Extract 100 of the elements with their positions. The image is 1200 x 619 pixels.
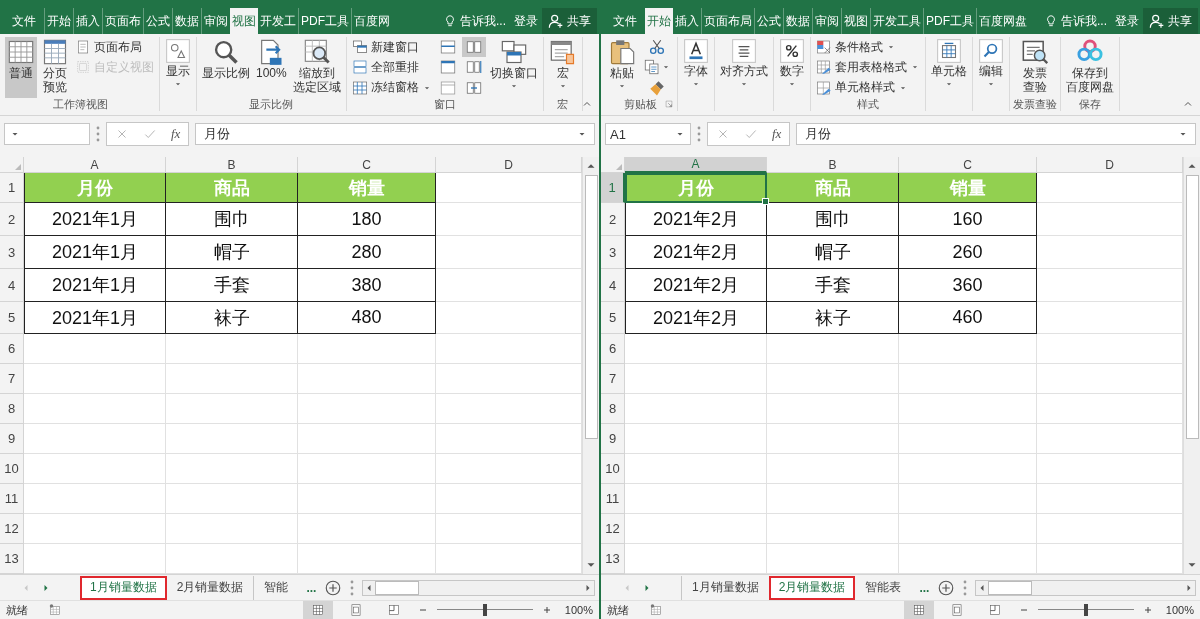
sign-in-button[interactable]: 登录 xyxy=(1111,8,1143,34)
row-header[interactable]: 12 xyxy=(601,514,625,544)
ribbon-button[interactable]: 粘贴 xyxy=(606,37,638,98)
ribbon-tab[interactable]: PDF工具 xyxy=(923,8,976,34)
ribbon-button[interactable]: 保存到 百度网盘 xyxy=(1064,37,1116,98)
ribbon-tab[interactable]: 文件 xyxy=(4,8,44,34)
row-header[interactable]: 7 xyxy=(0,364,24,394)
ribbon-button[interactable]: 套用表格格式 xyxy=(814,57,922,78)
row-header[interactable]: 1 xyxy=(0,173,24,203)
row-header[interactable]: 2 xyxy=(0,203,24,236)
column-header[interactable]: B xyxy=(166,157,298,173)
row-header[interactable]: 3 xyxy=(601,236,625,269)
sheet-tab[interactable]: 1月销量数据 xyxy=(681,575,769,600)
more-tabs-button[interactable]: ... xyxy=(919,580,930,595)
record-macro-icon[interactable] xyxy=(649,603,663,617)
check-icon[interactable] xyxy=(143,127,157,141)
column-header[interactable]: B xyxy=(767,157,899,173)
row-header[interactable]: 10 xyxy=(0,454,24,484)
share-button[interactable]: 共享 xyxy=(542,8,597,34)
tell-me-button[interactable]: 告诉我... xyxy=(1040,8,1111,34)
formula-field[interactable]: 月份 xyxy=(195,123,595,145)
zoom-slider-thumb[interactable] xyxy=(1083,604,1088,616)
row-header[interactable]: 5 xyxy=(0,302,24,334)
sheet-tab[interactable]: 智能表 xyxy=(855,575,912,600)
name-box[interactable]: A1 xyxy=(605,123,691,145)
zoom-slider[interactable] xyxy=(436,604,533,616)
row-header[interactable]: 9 xyxy=(0,424,24,454)
ribbon-icon-button[interactable] xyxy=(461,37,486,58)
zoom-level[interactable]: 100% xyxy=(564,604,593,616)
zoom-level[interactable]: 100% xyxy=(1165,604,1194,616)
formula-field[interactable]: 月份 xyxy=(796,123,1196,145)
column-header[interactable]: C xyxy=(899,157,1037,173)
row-header[interactable]: 1 xyxy=(601,173,625,203)
ribbon-button[interactable]: 冻结窗格 xyxy=(349,77,434,98)
check-icon[interactable] xyxy=(744,127,758,141)
normal-view-icon[interactable] xyxy=(911,603,926,617)
row-header[interactable]: 8 xyxy=(0,394,24,424)
ribbon-tab[interactable]: 百度网 xyxy=(351,8,392,34)
scrollbar-thumb[interactable] xyxy=(988,580,1033,595)
ribbon-button[interactable]: 100% xyxy=(254,37,289,98)
ribbon-tab[interactable]: 插入 xyxy=(673,8,701,34)
row-header[interactable]: 2 xyxy=(601,203,625,236)
row-header[interactable]: 7 xyxy=(601,364,625,394)
zoom-slider[interactable] xyxy=(1037,604,1134,616)
ribbon-button[interactable]: 分页 预览 xyxy=(39,37,71,98)
ribbon-tab[interactable]: 百度网盘 xyxy=(976,8,1029,34)
row-header[interactable]: 11 xyxy=(0,484,24,514)
row-header[interactable]: 3 xyxy=(0,236,24,269)
ribbon-button[interactable]: 显示比例 xyxy=(200,37,252,98)
ribbon-button[interactable]: 缩放到 选定区域 xyxy=(290,37,343,98)
ribbon-button[interactable]: 新建窗口 xyxy=(349,37,434,58)
tell-me-button[interactable]: 告诉我... xyxy=(439,8,510,34)
column-header[interactable]: A xyxy=(24,157,166,173)
ribbon-tab[interactable]: 视图 xyxy=(230,8,258,34)
ribbon-button[interactable]: 普通 xyxy=(5,37,37,98)
ribbon-tab[interactable]: 公式 xyxy=(754,8,783,34)
ribbon-tab[interactable]: PDF工具 xyxy=(298,8,351,34)
ribbon-tab[interactable]: 页面布 xyxy=(102,8,143,34)
row-header[interactable]: 10 xyxy=(601,454,625,484)
page-break-view-icon[interactable] xyxy=(987,603,1002,617)
insert-function-button[interactable]: fx xyxy=(772,126,782,142)
row-header[interactable]: 12 xyxy=(0,514,24,544)
ribbon-tab[interactable]: 数据 xyxy=(783,8,812,34)
normal-view-icon[interactable] xyxy=(310,603,325,617)
ribbon-tab[interactable]: 开始 xyxy=(44,8,73,34)
ribbon-button[interactable]: 条件格式 xyxy=(814,37,922,58)
scrollbar-thumb[interactable] xyxy=(584,175,598,439)
ribbon-tab[interactable]: 数据 xyxy=(172,8,201,34)
page-break-view-icon[interactable] xyxy=(386,603,401,617)
ribbon-tab[interactable]: 开始 xyxy=(645,8,673,34)
ribbon-button[interactable]: 切换窗口 xyxy=(487,37,540,98)
ribbon-tab[interactable]: 文件 xyxy=(605,8,645,34)
page-layout-view-icon[interactable] xyxy=(949,603,964,617)
ribbon-button[interactable]: 宏 xyxy=(546,37,579,98)
row-header[interactable]: 13 xyxy=(0,544,24,574)
add-icon[interactable] xyxy=(324,578,343,597)
share-button[interactable]: 共享 xyxy=(1143,8,1198,34)
column-header[interactable]: D xyxy=(436,157,582,173)
ribbon-button[interactable]: 单元格 xyxy=(929,37,969,99)
scrollbar-thumb[interactable] xyxy=(1185,175,1199,439)
row-header[interactable]: 9 xyxy=(601,424,625,454)
vertical-scrollbar[interactable] xyxy=(1183,157,1200,574)
ribbon-tab[interactable]: 插入 xyxy=(73,8,102,34)
insert-function-button[interactable]: fx xyxy=(171,126,181,142)
more-tabs-button[interactable]: ... xyxy=(306,580,317,595)
ribbon-button[interactable]: 字体 xyxy=(681,37,711,99)
ribbon-tab[interactable]: 视图 xyxy=(841,8,870,34)
column-header[interactable]: C xyxy=(298,157,436,173)
page-layout-view-icon[interactable] xyxy=(348,603,363,617)
column-header[interactable]: A xyxy=(625,157,767,173)
ribbon-tab[interactable]: 开发工具 xyxy=(870,8,923,34)
row-header[interactable]: 5 xyxy=(601,302,625,334)
vertical-scrollbar[interactable] xyxy=(582,157,599,574)
sheet-tab[interactable]: 1月销量数据 xyxy=(80,575,167,600)
row-header[interactable]: 6 xyxy=(601,334,625,364)
launcher-icon[interactable] xyxy=(664,99,674,109)
row-header[interactable]: 4 xyxy=(0,269,24,302)
ribbon-tab[interactable]: 公式 xyxy=(143,8,172,34)
sign-in-button[interactable]: 登录 xyxy=(510,8,542,34)
ribbon-button[interactable]: 显示 xyxy=(163,37,193,99)
